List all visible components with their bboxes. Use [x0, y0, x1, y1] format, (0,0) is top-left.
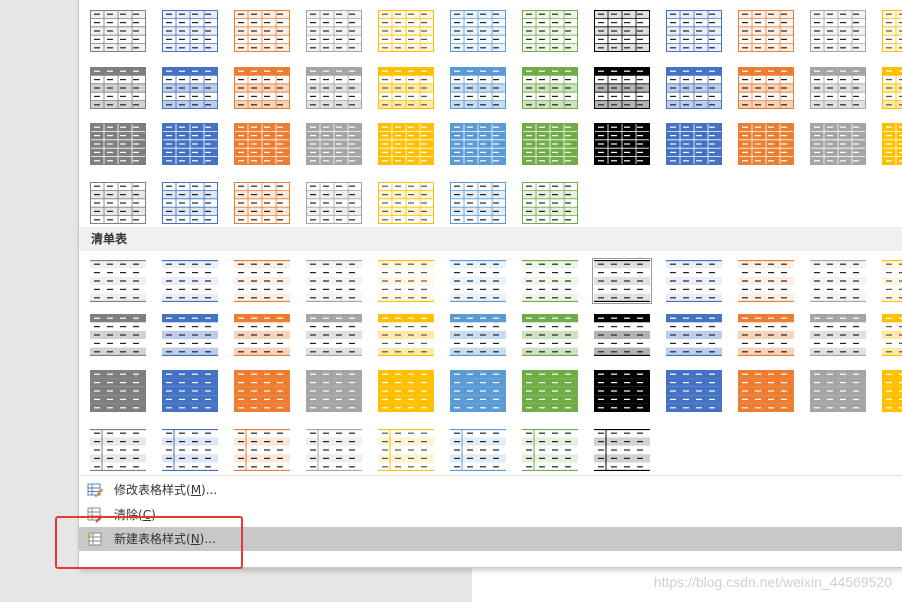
grid-table-style-swatch[interactable] [162, 67, 218, 109]
grid-table-style-swatch[interactable] [522, 10, 578, 52]
grid-table-style-swatch[interactable] [234, 10, 290, 52]
modify-table-style-menu-item[interactable]: 修改表格样式(M)... [79, 478, 902, 502]
list-table-style-swatch[interactable] [378, 370, 434, 412]
list-table-style-swatch[interactable] [450, 260, 506, 302]
list-table-style-swatch[interactable] [450, 314, 506, 356]
list-table-style-swatch[interactable] [234, 429, 290, 471]
list-table-style-swatch[interactable] [306, 314, 362, 356]
grid-table-style-swatch[interactable] [450, 67, 506, 109]
list-table-style-swatch[interactable] [594, 314, 650, 356]
modify-mnemonic: M [190, 483, 202, 497]
grid-table-style-swatch[interactable] [666, 123, 722, 165]
list-table-style-swatch[interactable] [594, 429, 650, 471]
grid-table-style-swatch[interactable] [738, 67, 794, 109]
grid-table-style-swatch[interactable] [738, 123, 794, 165]
list-table-style-swatch[interactable] [594, 370, 650, 412]
table-edit-icon [87, 483, 103, 498]
grid-table-style-swatch[interactable] [234, 182, 290, 224]
list-table-style-swatch[interactable] [666, 370, 722, 412]
grid-table-style-swatch[interactable] [882, 67, 902, 109]
grid-table-style-swatch[interactable] [594, 10, 650, 52]
grid-table-style-swatch[interactable] [882, 10, 902, 52]
list-table-style-swatch[interactable] [306, 429, 362, 471]
grid-table-style-swatch[interactable] [522, 67, 578, 109]
grid-table-style-swatch[interactable] [162, 182, 218, 224]
grid-table-style-swatch[interactable] [306, 182, 362, 224]
list-table-style-swatch[interactable] [810, 314, 866, 356]
list-table-style-swatch[interactable] [90, 314, 146, 356]
list-table-style-swatch[interactable] [522, 429, 578, 471]
list-table-style-swatch[interactable] [162, 370, 218, 412]
list-table-style-swatch[interactable] [378, 314, 434, 356]
list-table-style-swatch[interactable] [378, 260, 434, 302]
list-table-style-swatch[interactable] [162, 429, 218, 471]
list-table-style-swatch[interactable] [522, 260, 578, 302]
grid-table-style-swatch[interactable] [810, 67, 866, 109]
list-table-style-swatch[interactable] [90, 260, 146, 302]
list-table-style-swatch[interactable] [738, 370, 794, 412]
grid-table-style-swatch[interactable] [378, 182, 434, 224]
grid-table-style-swatch[interactable] [306, 67, 362, 109]
grid-table-style-swatch[interactable] [594, 67, 650, 109]
list-table-style-swatch[interactable] [306, 370, 362, 412]
grid-table-style-swatch[interactable] [738, 10, 794, 52]
list-table-style-swatch[interactable] [738, 314, 794, 356]
grid-table-style-swatch[interactable] [90, 10, 146, 52]
list-table-style-swatch[interactable] [162, 260, 218, 302]
grid-table-style-swatch[interactable] [450, 123, 506, 165]
list-table-style-swatch[interactable] [882, 260, 902, 302]
list-table-style-swatch[interactable] [234, 370, 290, 412]
grid-table-style-swatch[interactable] [450, 182, 506, 224]
grid-table-style-swatch[interactable] [378, 123, 434, 165]
menu-separator [79, 475, 902, 476]
section-header-list-tables: 清单表 [79, 227, 902, 251]
list-table-style-swatch[interactable] [592, 258, 652, 304]
list-table-style-swatch[interactable] [522, 314, 578, 356]
red-highlight-annotation [55, 516, 243, 569]
grid-table-style-swatch[interactable] [522, 123, 578, 165]
table-style-gallery: 清单表 修改表格样式(M)... 清除(C) 新建表格样式(N)... [78, 0, 902, 568]
list-table-style-swatch[interactable] [450, 370, 506, 412]
list-table-style-swatch[interactable] [666, 314, 722, 356]
list-table-style-swatch[interactable] [450, 429, 506, 471]
grid-table-style-swatch[interactable] [594, 123, 650, 165]
list-table-style-swatch[interactable] [738, 260, 794, 302]
grid-table-style-swatch[interactable] [234, 123, 290, 165]
list-table-style-swatch[interactable] [306, 260, 362, 302]
grid-table-style-swatch[interactable] [882, 123, 902, 165]
grid-table-style-swatch[interactable] [234, 67, 290, 109]
list-table-style-swatch[interactable] [882, 314, 902, 356]
watermark-text: https://blog.csdn.net/weixin_44569520 [653, 574, 892, 590]
list-table-style-swatch[interactable] [234, 314, 290, 356]
list-table-style-swatch[interactable] [162, 314, 218, 356]
list-table-style-swatch[interactable] [666, 260, 722, 302]
grid-table-style-swatch[interactable] [162, 123, 218, 165]
modify-suffix: )... [201, 483, 218, 497]
grid-table-style-swatch[interactable] [666, 67, 722, 109]
list-table-style-swatch[interactable] [234, 260, 290, 302]
grid-table-style-swatch[interactable] [378, 10, 434, 52]
list-table-style-swatch[interactable] [810, 260, 866, 302]
grid-table-style-swatch[interactable] [666, 10, 722, 52]
grid-table-style-swatch[interactable] [522, 182, 578, 224]
list-table-style-swatch[interactable] [810, 370, 866, 412]
grid-table-style-swatch[interactable] [90, 182, 146, 224]
list-table-style-swatch[interactable] [378, 429, 434, 471]
grid-table-style-swatch[interactable] [306, 10, 362, 52]
grid-table-style-swatch[interactable] [450, 10, 506, 52]
grid-table-style-swatch[interactable] [378, 67, 434, 109]
list-table-style-swatch[interactable] [90, 429, 146, 471]
modify-label: 修改表格样式( [114, 483, 191, 497]
list-table-style-swatch[interactable] [90, 370, 146, 412]
list-table-style-swatch[interactable] [882, 370, 902, 412]
grid-table-style-swatch[interactable] [306, 123, 362, 165]
list-table-style-swatch[interactable] [522, 370, 578, 412]
grid-table-style-swatch[interactable] [90, 123, 146, 165]
grid-table-style-swatch[interactable] [810, 123, 866, 165]
grid-table-style-swatch[interactable] [162, 10, 218, 52]
grid-table-style-swatch[interactable] [90, 67, 146, 109]
grid-table-style-swatch[interactable] [810, 10, 866, 52]
